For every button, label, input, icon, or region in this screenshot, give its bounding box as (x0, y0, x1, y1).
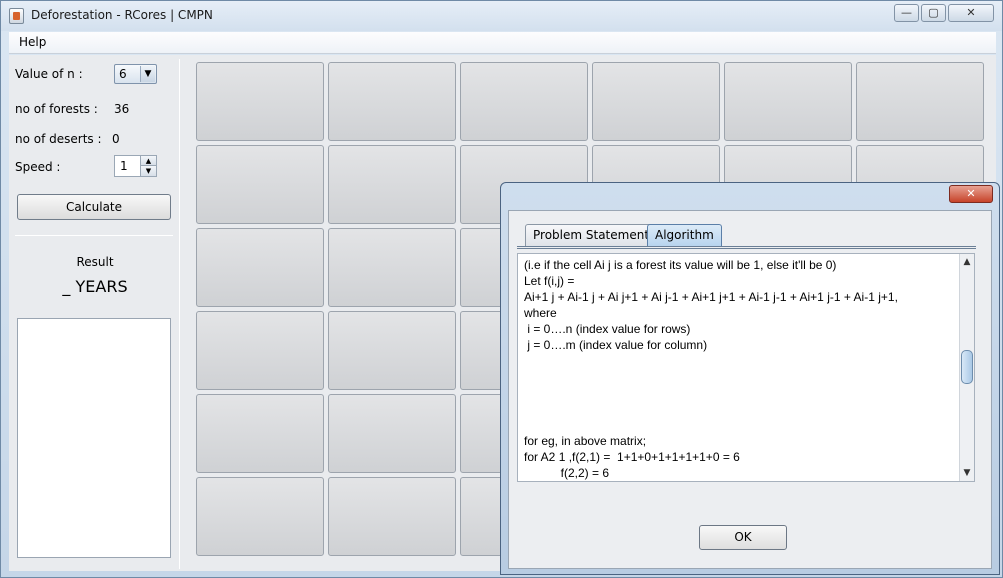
result-label: Result (76, 255, 114, 269)
algorithm-dialog: ✕ Problem Statement Algorithm (i.e if th… (500, 182, 1000, 575)
n-select[interactable]: 6 ▼ (114, 64, 157, 84)
grid-cell[interactable] (592, 62, 720, 141)
grid-cell[interactable] (328, 228, 456, 307)
close-button[interactable]: ✕ (948, 4, 994, 22)
grid-cell[interactable] (460, 62, 588, 141)
speed-value[interactable]: 1 (120, 159, 128, 173)
n-label: Value of n : (15, 67, 83, 81)
scroll-up-icon[interactable]: ▲ (960, 254, 974, 270)
panel-divider (179, 59, 180, 569)
tab-algorithm[interactable]: Algorithm (647, 224, 722, 246)
dialog-close-button[interactable]: ✕ (949, 185, 993, 203)
grid-cell[interactable] (196, 311, 324, 390)
ok-button[interactable]: OK (699, 525, 787, 550)
scroll-down-icon[interactable]: ▼ (960, 465, 974, 481)
algorithm-text-panel[interactable]: (i.e if the cell Ai j is a forest its va… (517, 253, 975, 482)
speed-label: Speed : (15, 160, 61, 174)
grid-cell[interactable] (856, 62, 984, 141)
window-title: Deforestation - RCores | CMPN (31, 8, 213, 22)
grid-cell[interactable] (328, 477, 456, 556)
forests-value: 36 (114, 102, 130, 116)
divider (15, 235, 173, 236)
calculate-button[interactable]: Calculate (17, 194, 171, 220)
text-line: where (524, 306, 557, 320)
text-line: i = 0….n (index value for rows) (524, 322, 691, 336)
grid-cell[interactable] (328, 311, 456, 390)
speed-spinner[interactable]: 1 ▲ ▼ (114, 155, 157, 177)
text-line: for A2 1 ,f(2,1) = 1+1+0+1+1+1+1+0 = 6 (524, 450, 740, 464)
spinner-up-icon[interactable]: ▲ (140, 156, 156, 166)
grid-cell[interactable] (328, 394, 456, 473)
grid-cell[interactable] (196, 228, 324, 307)
text-line: for eg, in above matrix; (524, 434, 647, 448)
text-line: j = 0….m (index value for column) (524, 338, 708, 352)
grid-cell[interactable] (328, 145, 456, 224)
vertical-scrollbar[interactable]: ▲ ▼ (959, 254, 974, 481)
menu-bar: Help (9, 32, 996, 54)
scroll-thumb[interactable] (961, 350, 973, 384)
controls-panel: Value of n : 6 ▼ no of forests : 36 no o… (9, 55, 181, 571)
grid-cell[interactable] (724, 62, 852, 141)
maximize-button[interactable]: ▢ (921, 4, 946, 22)
spinner-down-icon[interactable]: ▼ (140, 166, 156, 176)
forests-label: no of forests : (15, 102, 98, 116)
result-text-area[interactable] (17, 318, 171, 558)
chevron-down-icon[interactable]: ▼ (140, 66, 155, 82)
menu-help[interactable]: Help (19, 35, 46, 49)
text-line: f(2,2) = 6 (524, 466, 610, 480)
grid-cell[interactable] (328, 62, 456, 141)
deserts-label: no of deserts : (15, 132, 102, 146)
title-bar: Deforestation - RCores | CMPN — ▢ ✕ (1, 1, 1002, 31)
grid-cell[interactable] (196, 145, 324, 224)
text-line: Ai+1 j + Ai-1 j + Ai j+1 + Ai j-1 + Ai+1… (524, 290, 898, 304)
minimize-button[interactable]: — (894, 4, 919, 22)
grid-cell[interactable] (196, 394, 324, 473)
dialog-body: Problem Statement Algorithm (i.e if the … (508, 210, 992, 569)
deserts-value: 0 (112, 132, 120, 146)
grid-cell[interactable] (196, 62, 324, 141)
n-select-value: 6 (119, 67, 127, 81)
java-app-icon (9, 8, 24, 24)
result-value: _ YEARS (62, 277, 128, 296)
text-line: Let f(i,j) = (524, 274, 575, 288)
tab-underline (517, 246, 976, 249)
tab-problem-statement[interactable]: Problem Statement (525, 224, 658, 246)
grid-cell[interactable] (196, 477, 324, 556)
text-line: (i.e if the cell Ai j is a forest its va… (524, 258, 837, 272)
